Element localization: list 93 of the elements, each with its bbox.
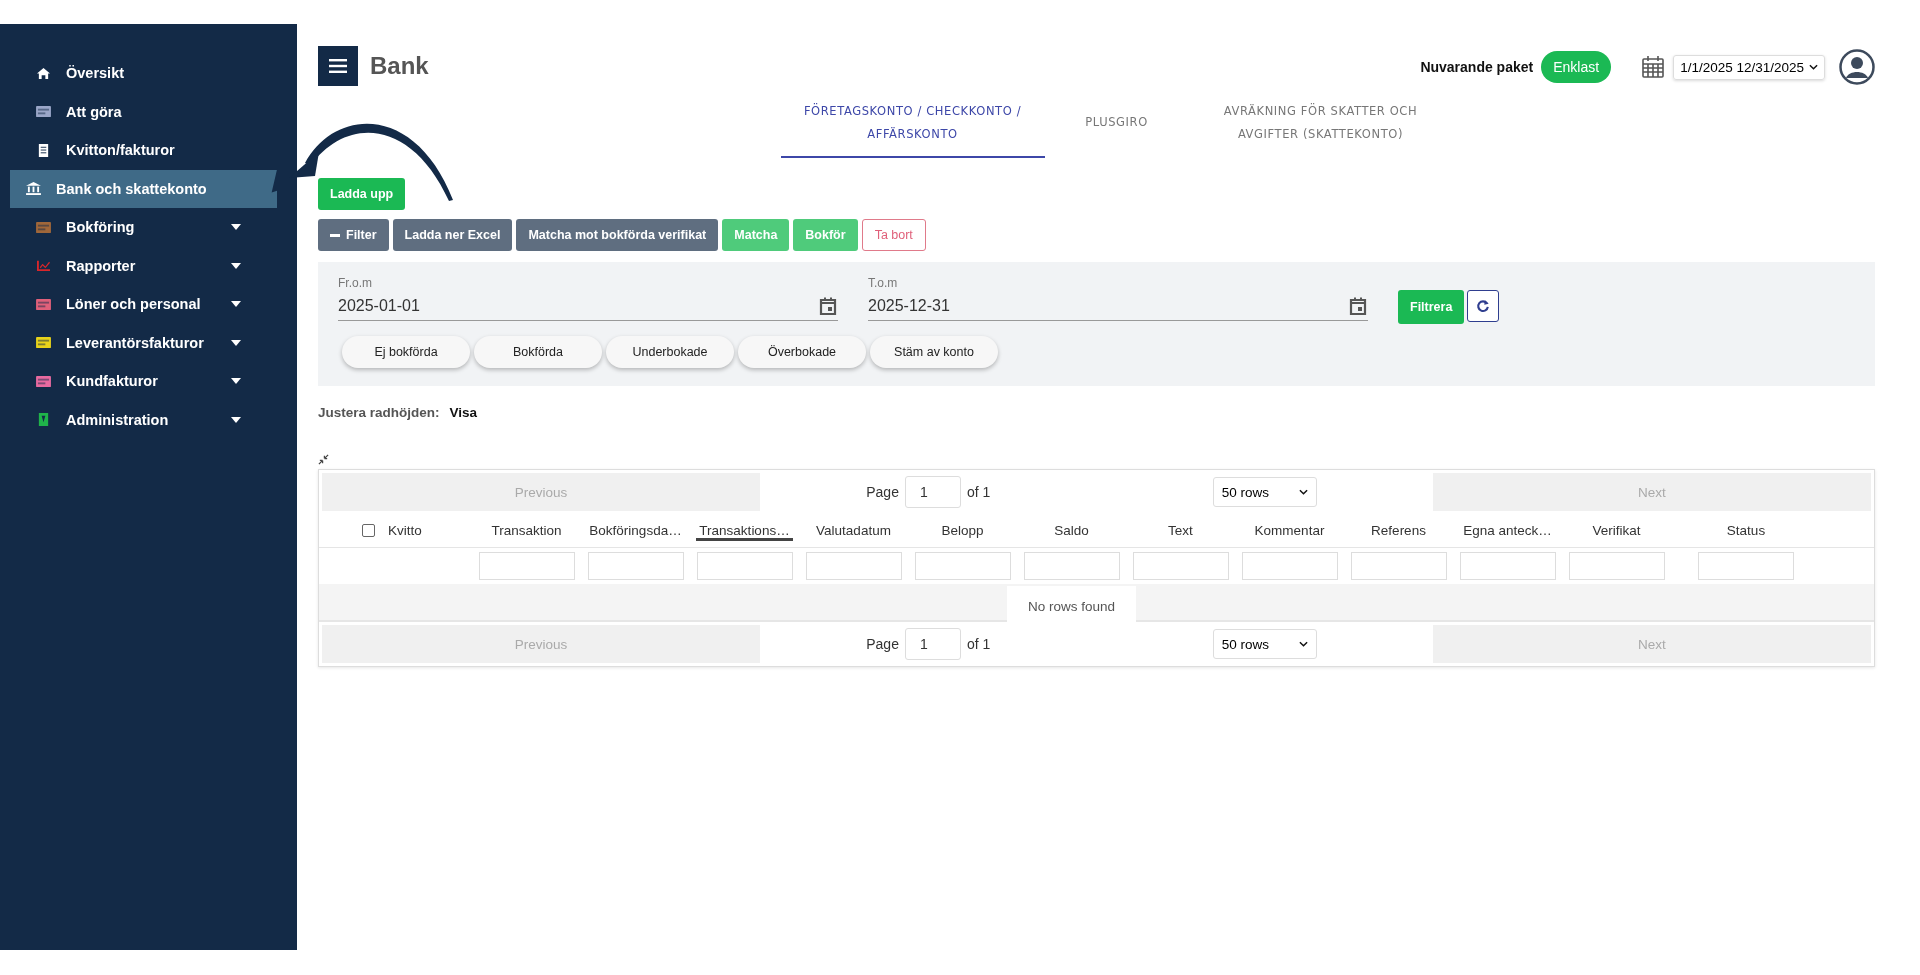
column-header[interactable]: Verifikat: [1589, 520, 1644, 541]
filter-chip[interactable]: Bokförda: [474, 336, 602, 368]
sidebar-item[interactable]: Löner och personal: [10, 285, 277, 324]
collapse-icon[interactable]: [318, 454, 329, 465]
refresh-icon: [1476, 299, 1491, 313]
minus-icon: [330, 233, 340, 237]
toolbar-button[interactable]: Ta bort: [861, 219, 926, 251]
tab[interactable]: FÖRETAGSKONTO / CHECKKONTO / AFFÄRSKONTO: [780, 100, 1045, 158]
column-header[interactable]: Egna anteck…: [1460, 520, 1555, 541]
rows-per-page-select[interactable]: 50 rows: [1212, 477, 1317, 507]
to-date-field[interactable]: T.o.m 2025-12-31: [868, 276, 1368, 321]
document-icon: [36, 413, 51, 427]
column-header[interactable]: Bokföringsda…: [586, 520, 685, 541]
receipt-icon: [36, 143, 51, 157]
page-input[interactable]: 1: [904, 628, 961, 660]
column-header[interactable]: Status: [1723, 520, 1769, 541]
checkbox[interactable]: [362, 524, 375, 537]
filter-chip[interactable]: Stäm av konto: [870, 336, 998, 368]
column-header[interactable]: Transaktions…: [696, 520, 793, 541]
sidebar-item[interactable]: Kvitton/fakturor: [10, 131, 277, 170]
caret-icon: [231, 224, 241, 231]
column-filter-field[interactable]: [1459, 552, 1556, 580]
tab[interactable]: AVRÄKNING FÖR SKATTER OCH AVGIFTER (SKATTEKONTO): [1188, 100, 1453, 158]
column-filter-field[interactable]: [1698, 552, 1794, 580]
column-filter-field[interactable]: [805, 552, 902, 580]
column-filter-field[interactable]: [1241, 552, 1338, 580]
toolbar-button[interactable]: Filter: [318, 219, 389, 251]
column-filter-field[interactable]: [1350, 552, 1447, 580]
column-header[interactable]: Text: [1165, 520, 1196, 541]
menu-button[interactable]: [318, 46, 358, 86]
column-header[interactable]: Saldo: [1051, 520, 1092, 541]
filter-chip[interactable]: Underbokade: [606, 336, 734, 368]
bank-icon: [26, 182, 41, 196]
rows-per-page-select[interactable]: 50 rows: [1212, 629, 1317, 659]
home-icon: [36, 66, 51, 80]
caret-icon: [231, 416, 241, 423]
sidebar-item[interactable]: Leverantörsfakturor: [10, 323, 277, 362]
toolbar-button[interactable]: Ladda ner Excel: [392, 219, 513, 251]
page-count: of 1: [966, 484, 991, 500]
toolbar-button[interactable]: Matcha mot bokförda verifikat: [516, 219, 719, 251]
chart-icon: [36, 259, 51, 273]
calendar-icon[interactable]: [1348, 296, 1368, 316]
caret-icon: [231, 378, 241, 385]
refresh-button[interactable]: [1467, 290, 1500, 322]
chevron-icon: [1298, 489, 1308, 495]
list-icon: [36, 374, 51, 388]
calendar-icon: [1641, 55, 1666, 79]
page-input[interactable]: 1: [904, 476, 961, 508]
column-filter-field[interactable]: [914, 552, 1011, 580]
user-avatar-icon[interactable]: [1839, 49, 1875, 85]
column-header[interactable]: Kommentar: [1251, 520, 1328, 541]
menu-icon: [329, 59, 347, 73]
calendar-icon[interactable]: [818, 296, 838, 316]
page-count: of 1: [966, 636, 991, 652]
filter-chip[interactable]: Överbokade: [738, 336, 866, 368]
caret-icon: [231, 262, 241, 269]
tab[interactable]: PLUSGIRO: [1044, 100, 1189, 158]
page-label: Page: [866, 636, 899, 652]
date-range-select[interactable]: 1/1/2025 12/31/2025: [1673, 54, 1825, 80]
sidebar-item[interactable]: Administration: [10, 400, 277, 439]
package-badge: Enklast: [1541, 51, 1612, 83]
column-header[interactable]: Referens: [1368, 520, 1429, 541]
card-icon: [36, 105, 51, 119]
column-filter-field[interactable]: [478, 552, 575, 580]
page-label: Page: [866, 484, 899, 500]
column-filter-field[interactable]: [1023, 552, 1120, 580]
sidebar-item[interactable]: Kundfakturor: [10, 362, 277, 401]
column-filter-field[interactable]: [587, 552, 684, 580]
sidebar-item[interactable]: Bokföring: [10, 208, 277, 247]
page-title: Bank: [370, 52, 429, 80]
sidebar-item[interactable]: Att göra: [10, 92, 277, 131]
sidebar-item[interactable]: Översikt: [10, 54, 277, 93]
column-filter-field[interactable]: [696, 552, 793, 580]
column-filter-field[interactable]: [1132, 552, 1229, 580]
column-header[interactable]: Belopp: [938, 520, 987, 541]
row-height-label: Justera radhöjden:: [318, 405, 440, 420]
invoice-icon: [36, 336, 51, 350]
card-icon: [36, 297, 51, 311]
sidebar-item[interactable]: Bank och skattekonto: [10, 169, 277, 208]
ledger-icon: [36, 220, 51, 234]
column-header[interactable]: Kvitto: [385, 520, 425, 541]
chevron-icon: [1809, 64, 1818, 70]
sidebar-item[interactable]: Rapporter: [10, 246, 277, 285]
column-header[interactable]: Valutadatum: [813, 520, 894, 541]
row-height-toggle[interactable]: Visa: [449, 405, 478, 420]
caret-icon: [231, 339, 241, 346]
column-header[interactable]: Transaktion: [488, 520, 565, 541]
caret-icon: [231, 301, 241, 308]
filter-chip[interactable]: Ej bokförda: [342, 336, 470, 368]
from-date-field[interactable]: Fr.o.m 2025-01-01: [338, 276, 838, 321]
package-label: Nuvarande paket: [1420, 59, 1534, 75]
chevron-icon: [1298, 641, 1308, 647]
column-filter-field[interactable]: [1568, 552, 1665, 580]
